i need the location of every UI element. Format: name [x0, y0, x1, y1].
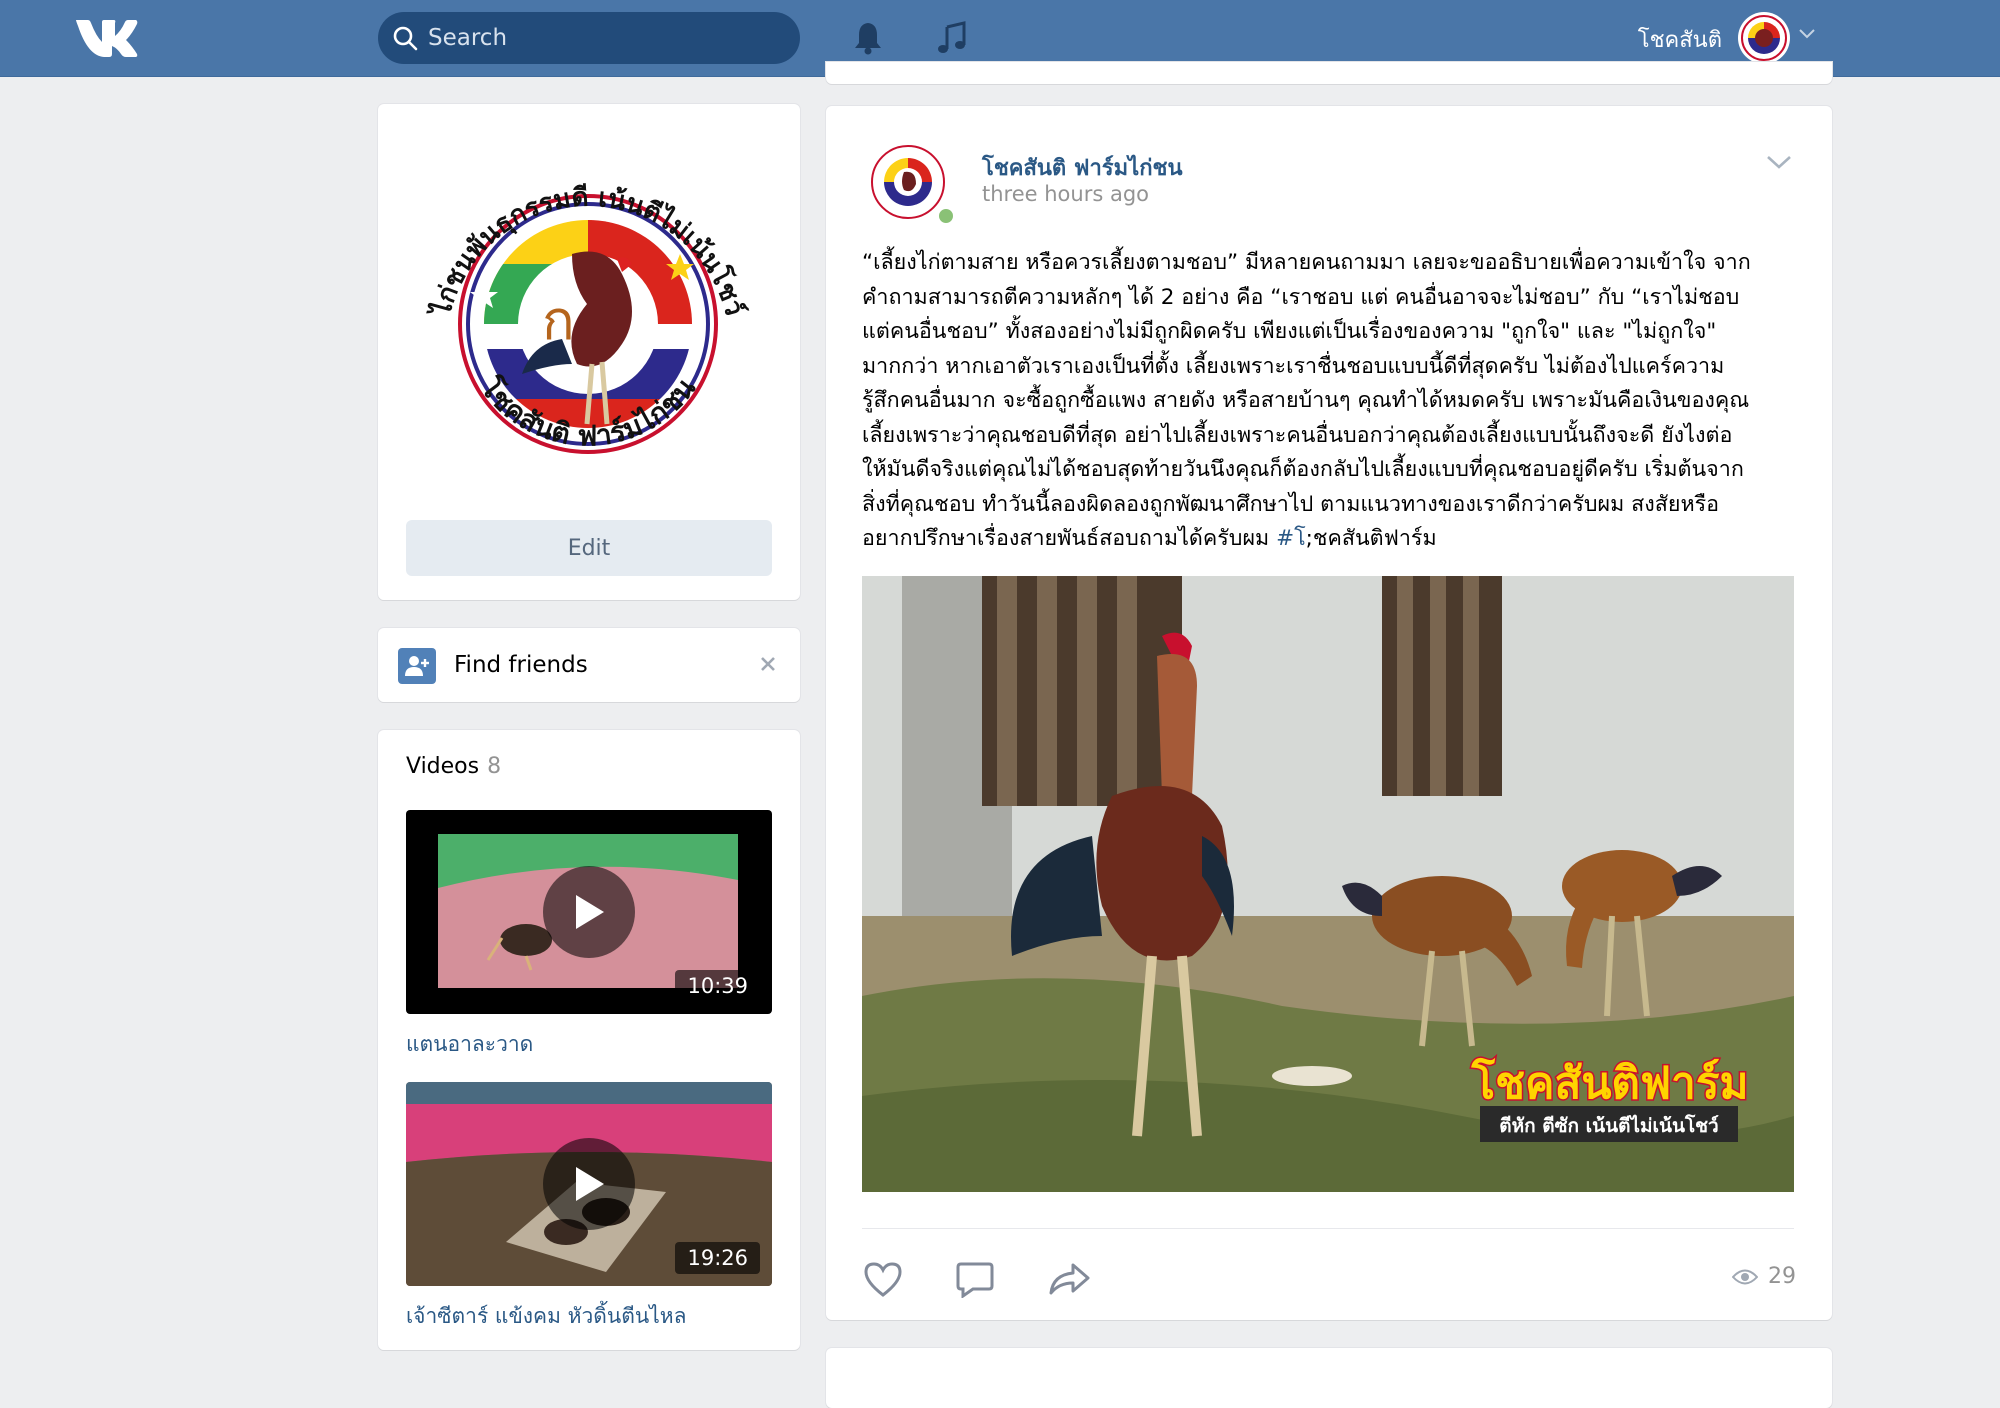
search-icon — [393, 26, 418, 51]
post-text-segment: ;ชคสันติฟาร์ม — [1305, 526, 1437, 551]
video-duration: 19:26 — [675, 1242, 760, 1274]
videos-card: Videos 8 10:39 แตนอาละวาด 19:26 เจ้าซีตา… — [378, 730, 800, 1350]
comment-icon[interactable] — [952, 1256, 998, 1302]
hashtag-link[interactable]: #โ — [1276, 526, 1306, 551]
close-icon[interactable] — [754, 650, 782, 678]
views-counter: 29 — [1732, 1264, 1796, 1289]
video-item[interactable]: 10:39 แตนอาละวาด — [406, 810, 772, 1061]
edit-button[interactable]: Edit — [406, 520, 772, 576]
post-text-line: อยากปรึกษาเรื่องสายพันธ์สอบถามได้ครับผม … — [862, 522, 1798, 557]
like-heart-icon[interactable] — [860, 1256, 906, 1302]
find-friends-label[interactable]: Find friends — [454, 652, 588, 678]
photo-logo-sub: ตีหัก ตีซัก เน้นตีไม่เน้นโชว์ — [1499, 1114, 1718, 1137]
user-avatar[interactable] — [1738, 12, 1790, 64]
previous-post-edge — [826, 62, 1832, 84]
post-text-line: “เลี้ยงไก่ตามสาย หรือควรเลี้ยงตามชอบ” มี… — [862, 250, 1751, 275]
music-note-icon[interactable] — [932, 18, 972, 58]
play-icon[interactable] — [543, 866, 635, 958]
eye-icon — [1732, 1269, 1758, 1284]
search-input[interactable] — [426, 24, 770, 52]
photo-logo-main: โชคสันติฟาร์ม — [1471, 1056, 1749, 1109]
post-text: “เลี้ยงไก่ตามสาย หรือควรเลี้ยงตามชอบ” มี… — [862, 246, 1798, 557]
post-photo[interactable]: โชคสันติฟาร์ม ตีหัก ตีซัก เน้นตีไม่เน้นโ… — [862, 576, 1794, 1192]
play-icon[interactable] — [543, 1138, 635, 1230]
post-text-line: แต่คนอื่นชอบ” ทั้งสองอย่างไม่มีถูกผิดครั… — [862, 319, 1717, 344]
video-title[interactable]: เจ้าซีตาร์ แข้งคม หัวดิ้นตีนไหล — [406, 1300, 772, 1333]
online-indicator — [936, 206, 956, 226]
notifications-bell-icon[interactable] — [848, 18, 888, 58]
post-divider — [862, 1228, 1794, 1229]
farm-logo[interactable]: ก ไก่ชนพันธุกรรมดี เน้นตีไม่เน้นโชว์ โชค… — [412, 134, 764, 486]
post-menu-chevron-icon[interactable] — [1766, 154, 1792, 170]
next-post-edge — [826, 1348, 1832, 1408]
video-thumbnail[interactable]: 10:39 — [406, 810, 772, 1014]
profile-card: ก ไก่ชนพันธุกรรมดี เน้นตีไม่เน้นโชว์ โชค… — [378, 104, 800, 600]
video-item[interactable]: 19:26 เจ้าซีตาร์ แข้งคม หัวดิ้นตีนไหล — [406, 1082, 772, 1333]
views-count: 29 — [1768, 1264, 1796, 1289]
post-timestamp[interactable]: three hours ago — [982, 182, 1149, 206]
video-duration: 10:39 — [675, 970, 760, 1002]
vk-logo-icon[interactable] — [74, 16, 138, 60]
share-arrow-icon[interactable] — [1046, 1256, 1092, 1302]
post-text-line: ให้มันดีจริงแต่คุณไม่ได้ชอบสุดท้ายวันนึง… — [862, 457, 1744, 482]
video-thumbnail[interactable]: 19:26 — [406, 1082, 772, 1286]
videos-header[interactable]: Videos 8 — [406, 754, 501, 779]
post-text-line: มากกว่า หากเอาตัวเราเองเป็นที่ตั้ง เลี้ย… — [862, 353, 1725, 379]
post-text-line: เลี้ยงเพราะว่าคุณชอบดีที่สุด อย่าไปเลี้ย… — [862, 422, 1733, 448]
post-author-name[interactable]: โชคสันติ ฟาร์มไก่ชน — [982, 150, 1182, 185]
search-bar[interactable] — [378, 12, 800, 64]
add-friend-icon — [398, 648, 436, 684]
user-name[interactable]: โชคสันติ — [1638, 22, 1722, 57]
chevron-down-icon[interactable] — [1798, 28, 1816, 40]
post-text-line: รู้สึกคนอื่นมาก จะซื้อถูกซื้อแพง สายดัง … — [862, 388, 1750, 413]
post-text-line: สิ่งที่คุณชอบ ทำวันนี้ลองผิดลองถูกพัฒนาศ… — [862, 491, 1720, 517]
video-title[interactable]: แตนอาละวาด — [406, 1028, 772, 1061]
wall-post: โชคสันติ ฟาร์มไก่ชน three hours ago “เลี… — [826, 106, 1832, 1320]
post-text-segment: อยากปรึกษาเรื่องสายพันธ์สอบถามได้ครับผม — [862, 526, 1277, 551]
post-text-line: คำถามสามารถตีความหลักๆ ได้ 2 อย่าง คือ “… — [862, 284, 1740, 310]
videos-count: 8 — [487, 754, 502, 779]
find-friends-card[interactable]: Find friends — [378, 628, 800, 702]
videos-title: Videos — [406, 754, 480, 779]
